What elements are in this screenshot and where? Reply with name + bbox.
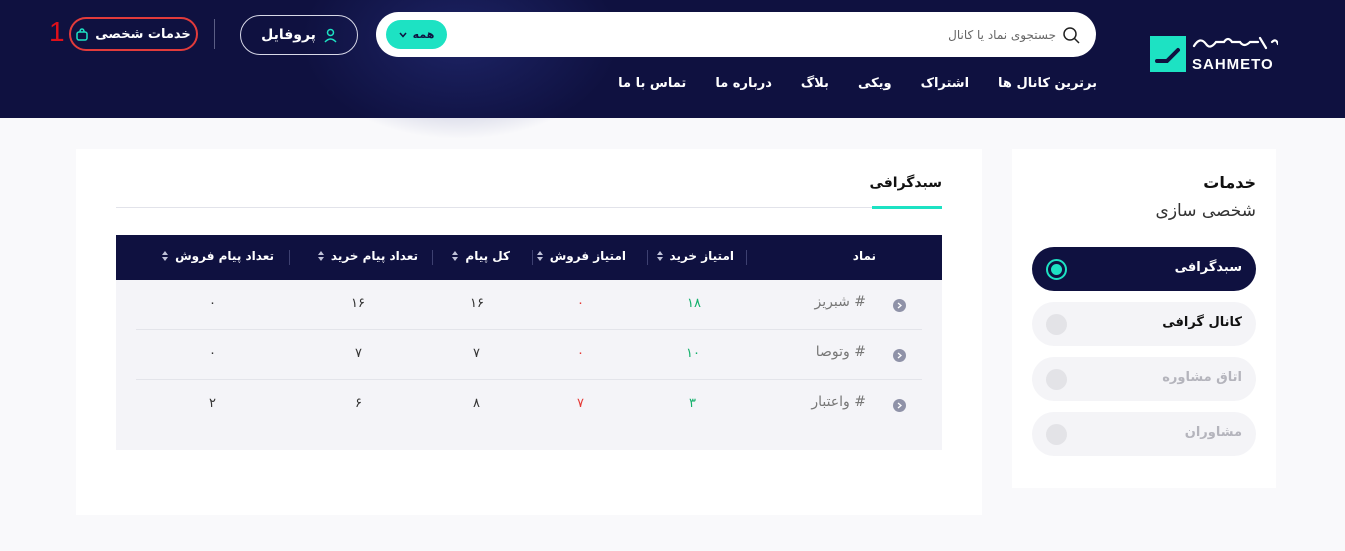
nav-contact[interactable]: تماس با ما <box>618 76 686 91</box>
buy-messages-cell: ۶ <box>355 396 362 411</box>
sell-score-cell: ۰ <box>577 346 584 361</box>
table-row[interactable]: # شبریز ۱۸ ۰ ۱۶ ۱۶ ۰ <box>136 280 922 330</box>
symbol-cell: # وتوصا <box>815 344 866 360</box>
tab-basket-graphy[interactable]: سبدگرافی <box>869 175 942 191</box>
radio-icon <box>1046 369 1067 390</box>
sidebar-title: خدمات <box>1203 173 1256 192</box>
search-icon[interactable] <box>1062 26 1080 44</box>
bag-icon <box>76 27 88 41</box>
col-label: امتیاز خرید <box>669 249 734 263</box>
buy-score-cell: ۱۸ <box>687 296 701 311</box>
search-input[interactable] <box>466 22 1056 47</box>
sidebar-item-label: سبدگرافی <box>1174 260 1242 275</box>
sidebar-item-consulting-room[interactable]: اتاق مشاوره <box>1032 357 1256 401</box>
sell-messages-cell: ۰ <box>209 346 216 361</box>
logo-mark <box>1150 36 1186 72</box>
sell-score-cell: ۰ <box>577 296 584 311</box>
main-card: سبدگرافی نماد امتیاز خرید امتیاز فروش کل… <box>76 149 982 515</box>
sort-icon <box>656 251 663 261</box>
table-body: # شبریز ۱۸ ۰ ۱۶ ۱۶ ۰ # وتوصا ۱۰ ۰ ۷ ۷ ۰ … <box>116 280 942 450</box>
col-symbol[interactable]: نماد <box>853 249 876 263</box>
sidebar-item-label: کانال گرافی <box>1162 315 1242 330</box>
col-separator <box>289 250 290 265</box>
sidebar-subtitle: شخصی سازی <box>1155 201 1256 221</box>
col-separator <box>647 250 648 265</box>
sort-icon <box>536 251 543 261</box>
buy-messages-cell: ۷ <box>355 346 362 361</box>
logo[interactable]: SAHMETO <box>1150 34 1280 76</box>
sidebar-item-basket-graphy[interactable]: سبدگرافی <box>1032 247 1256 291</box>
annotation-1: 1 <box>49 16 65 47</box>
radio-icon <box>1046 314 1067 335</box>
tab-active-indicator <box>872 206 942 209</box>
total-messages-cell: ۷ <box>473 346 480 361</box>
col-sell-messages[interactable]: تعداد پیام فروش <box>161 249 274 263</box>
expand-icon[interactable] <box>893 349 906 362</box>
col-label: تعداد پیام فروش <box>175 249 274 263</box>
col-buy-score[interactable]: امتیاز خرید <box>656 249 734 263</box>
col-label: کل پیام <box>465 249 510 263</box>
radio-icon <box>1046 259 1067 280</box>
buy-score-cell: ۱۰ <box>686 346 700 361</box>
col-label: امتیاز فروش <box>549 249 626 263</box>
filter-label: همه <box>412 28 435 41</box>
col-separator <box>432 250 433 265</box>
col-separator <box>746 250 747 265</box>
col-label: تعداد پیام خرید <box>330 249 418 263</box>
nav-top-channels[interactable]: برترین کانال ها <box>998 76 1097 91</box>
table-row[interactable]: # وتوصا ۱۰ ۰ ۷ ۷ ۰ <box>136 330 922 380</box>
col-sell-score[interactable]: امتیاز فروش <box>536 249 626 263</box>
buy-messages-cell: ۱۶ <box>351 296 365 311</box>
table-header: نماد امتیاز خرید امتیاز فروش کل پیام تعد… <box>116 235 942 280</box>
col-buy-messages[interactable]: تعداد پیام خرید <box>317 249 418 263</box>
col-total-messages[interactable]: کل پیام <box>451 249 510 263</box>
col-label: نماد <box>852 249 876 263</box>
sell-score-cell: ۷ <box>577 396 584 411</box>
profile-label: پروفایل <box>261 27 316 43</box>
main-nav: برترین کانال ها اشتراک ویکی بلاگ درباره … <box>618 76 1097 91</box>
radio-icon <box>1046 424 1067 445</box>
table-row[interactable]: # واعتبار ۳ ۷ ۸ ۶ ۲ <box>136 380 922 430</box>
symbol-cell: # واعتبار <box>811 394 866 410</box>
sidebar-item-label: مشاوران <box>1184 425 1242 440</box>
profile-button[interactable]: پروفایل <box>240 15 358 55</box>
services-sidebar: خدمات شخصی سازی سبدگرافی کانال گرافی اتا… <box>1012 149 1276 488</box>
expand-icon[interactable] <box>893 299 906 312</box>
total-messages-cell: ۱۶ <box>470 296 484 311</box>
tab-divider <box>116 207 942 208</box>
col-separator <box>532 250 533 265</box>
services-label: خدمات شخصی <box>95 26 191 42</box>
user-icon <box>324 28 337 43</box>
personal-services-button[interactable]: خدمات شخصی <box>69 17 198 51</box>
sort-icon <box>452 251 459 261</box>
sidebar-item-advisors[interactable]: مشاوران <box>1032 412 1256 456</box>
search-bar: همه <box>376 12 1096 57</box>
sell-messages-cell: ۲ <box>209 396 216 411</box>
nav-blog[interactable]: بلاگ <box>801 76 829 91</box>
logo-text: SAHMETO <box>1192 56 1274 73</box>
sort-icon <box>162 251 169 261</box>
filter-dropdown[interactable]: همه <box>386 20 447 49</box>
nav-subscription[interactable]: اشتراک <box>921 76 969 91</box>
sidebar-item-channel-graphy[interactable]: کانال گرافی <box>1032 302 1256 346</box>
buy-score-cell: ۳ <box>689 396 696 411</box>
sell-messages-cell: ۰ <box>209 296 216 311</box>
sidebar-item-label: اتاق مشاوره <box>1162 370 1242 385</box>
nav-about[interactable]: درباره ما <box>715 76 772 91</box>
sort-icon <box>317 251 324 261</box>
logo-script <box>1192 36 1278 50</box>
header-divider <box>214 19 215 49</box>
chevron-down-icon <box>399 32 407 38</box>
expand-icon[interactable] <box>893 399 906 412</box>
symbol-cell: # شبریز <box>814 294 866 310</box>
nav-wiki[interactable]: ویکی <box>858 76 892 91</box>
top-header: SAHMETO همه پروفایل خدمات شخصی برترین کا… <box>0 0 1345 140</box>
total-messages-cell: ۸ <box>473 396 480 411</box>
